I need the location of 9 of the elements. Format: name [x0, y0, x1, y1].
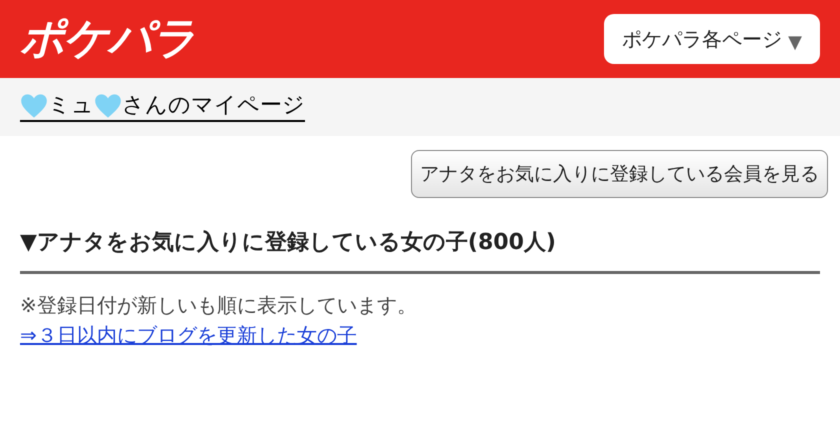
recent-blog-link[interactable]: ⇒３日以内にブログを更新した女の子: [20, 323, 357, 347]
section-heading: ▼アナタをお気に入りに登録している女の子(800人): [20, 226, 820, 274]
pages-menu-button[interactable]: ポケパラ各ページ ▼: [604, 14, 820, 64]
logo[interactable]: ポケパラ: [20, 17, 196, 61]
mypage-link[interactable]: ミュ さんのマイページ: [20, 92, 305, 122]
favorited-by-button[interactable]: アナタをお気に入りに登録している会員を見る: [411, 150, 828, 198]
heart-icon: [94, 93, 122, 119]
heart-icon: [20, 93, 48, 119]
sort-note: ※登録日付が新しいも順に表示しています。: [20, 292, 418, 319]
